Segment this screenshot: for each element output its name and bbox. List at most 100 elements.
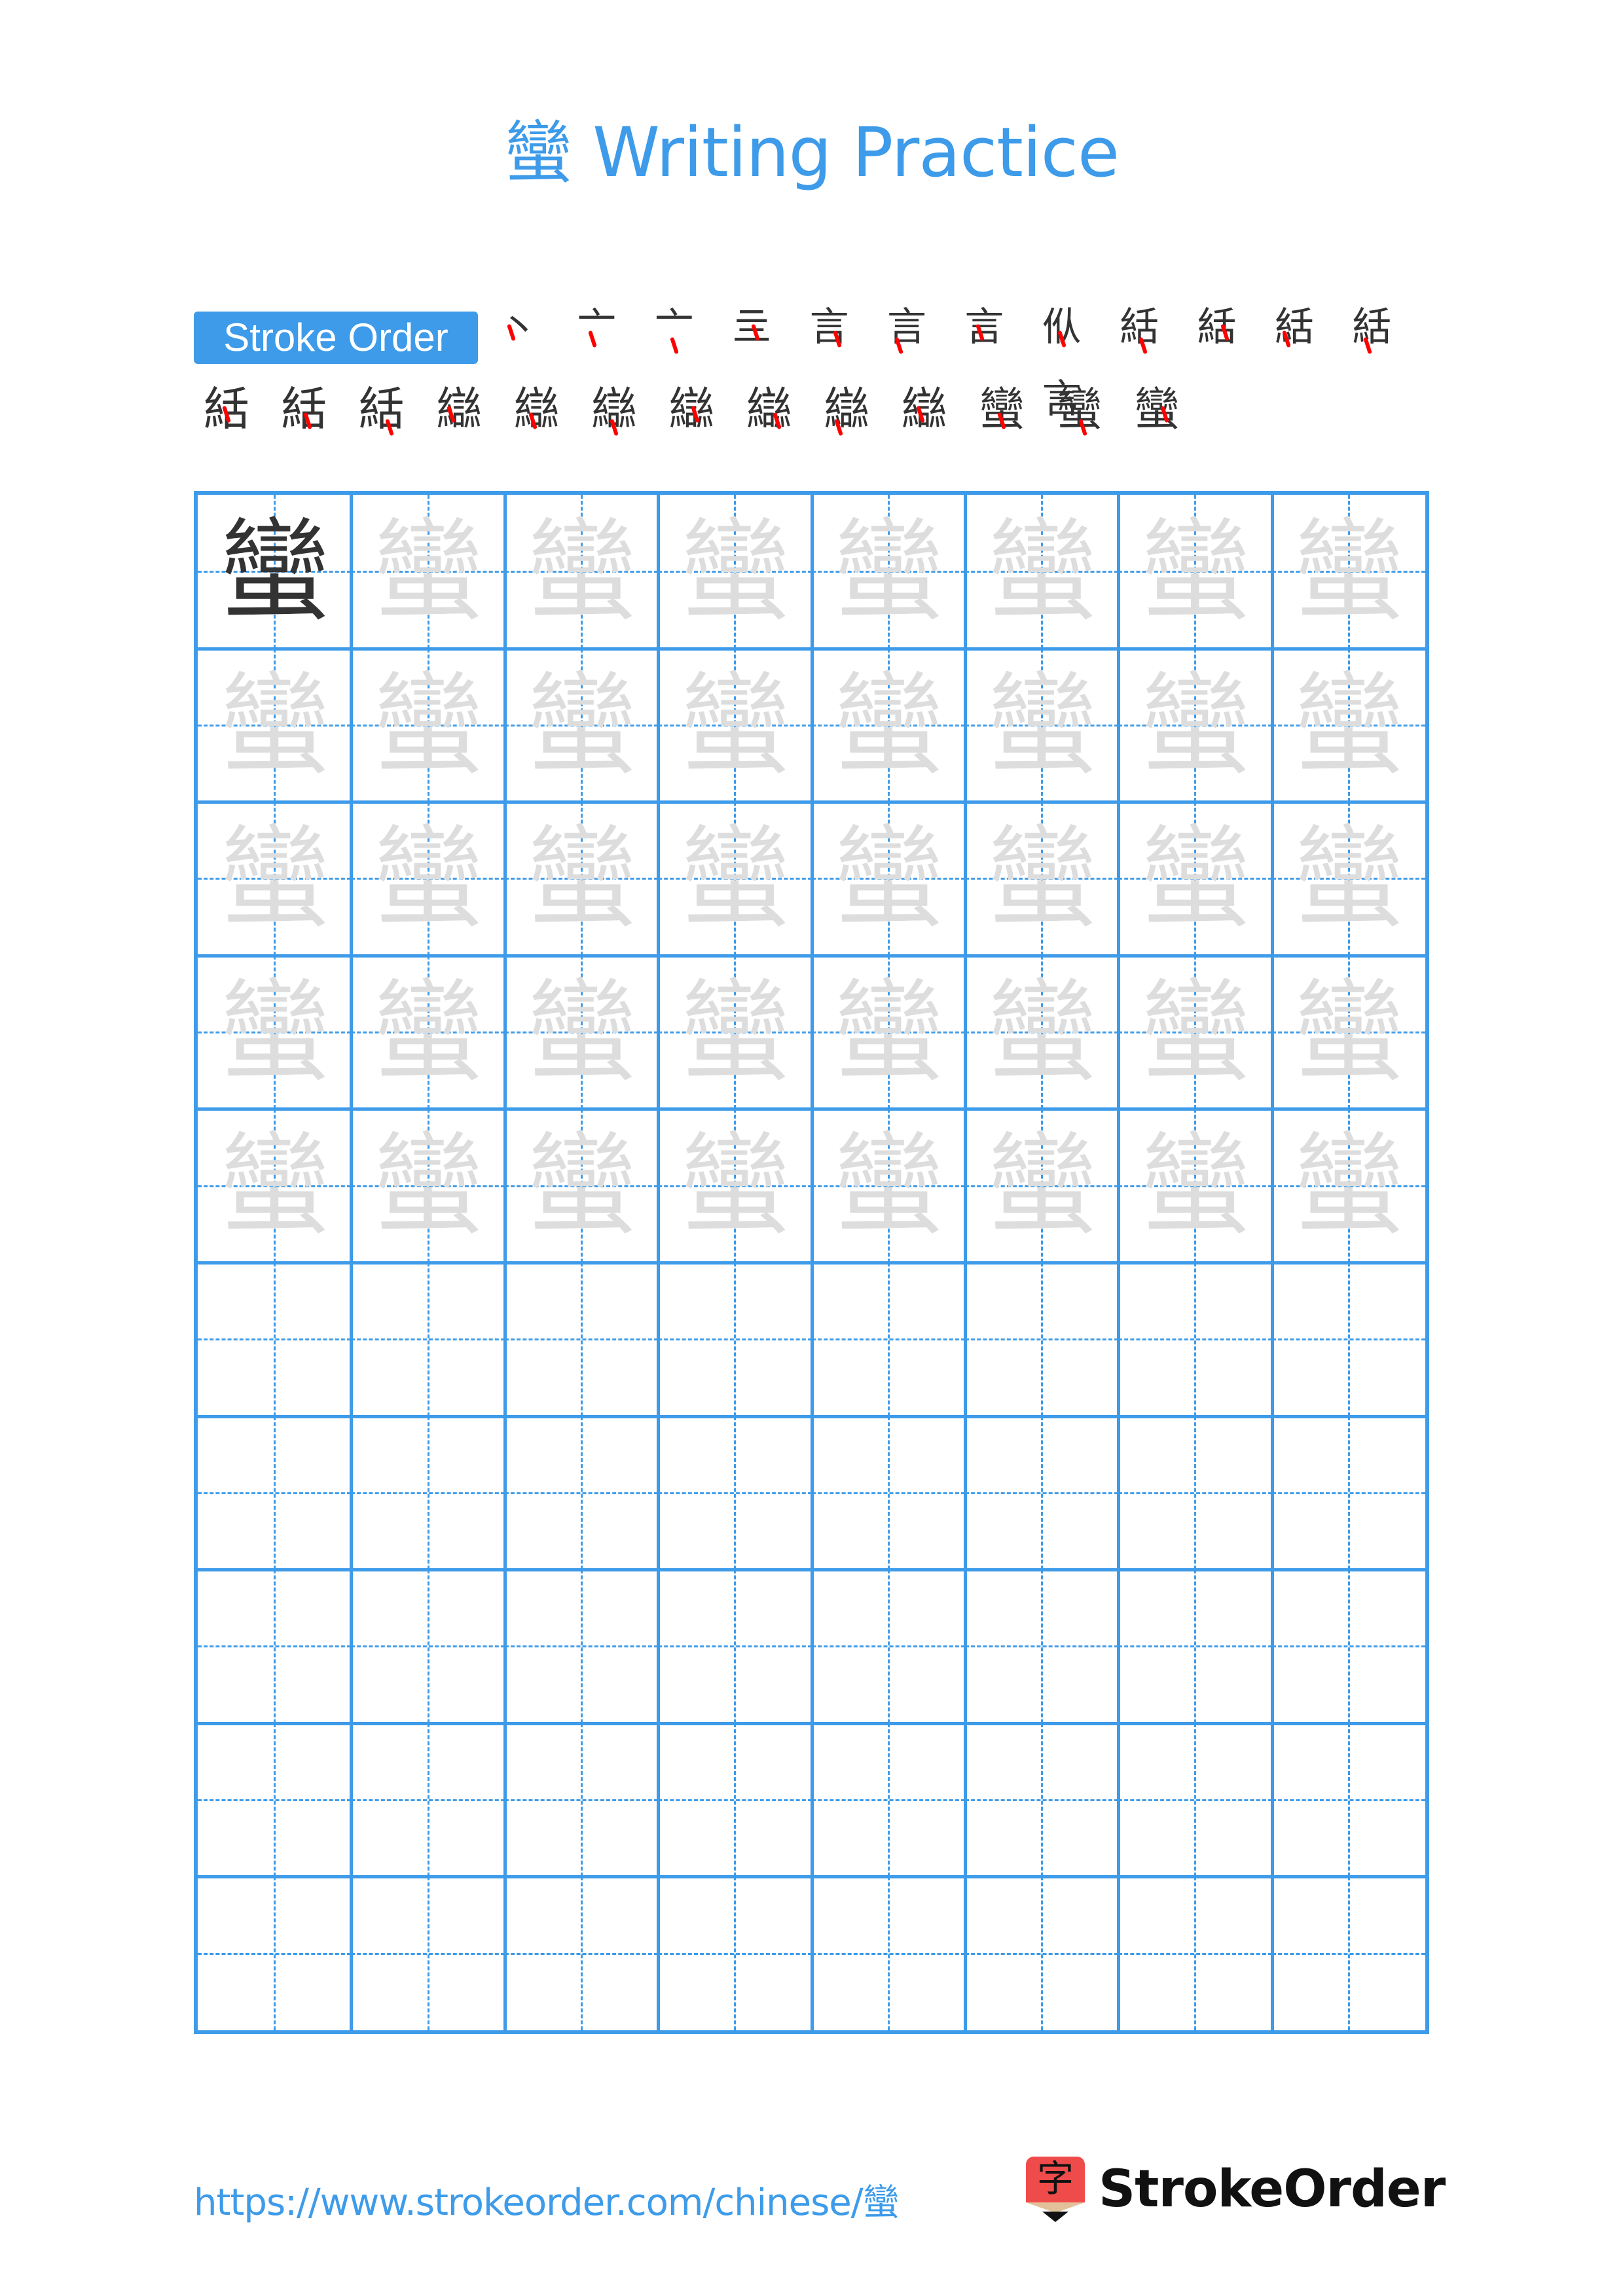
practice-cell[interactable]: 蠻 (964, 495, 1119, 649)
guide-horizontal-dashed (811, 1338, 965, 1341)
trace-character: 蠻 (986, 660, 1098, 790)
practice-cell[interactable] (1271, 1570, 1425, 1723)
trace-character: 蠻 (986, 1121, 1098, 1251)
practice-cell[interactable]: 蠻 (964, 1109, 1119, 1263)
practice-cell[interactable] (1118, 1263, 1272, 1416)
practice-cell[interactable] (658, 1416, 812, 1570)
practice-cell[interactable] (658, 1570, 812, 1723)
practice-cell[interactable]: 蠻 (198, 648, 352, 802)
footer-url-link[interactable]: https://www.strokeorder.com/chinese/蠻 (194, 2173, 900, 2226)
practice-cell[interactable]: 蠻 (351, 802, 505, 956)
practice-cell[interactable]: 蠻 (1118, 648, 1272, 802)
practice-cell[interactable] (504, 1416, 659, 1570)
practice-cell[interactable] (1118, 1416, 1272, 1570)
practice-cell[interactable]: 蠻 (504, 802, 659, 956)
practice-cell[interactable]: 蠻 (198, 495, 352, 649)
practice-cell[interactable]: 蠻 (964, 802, 1119, 956)
practice-cell[interactable]: 蠻 (811, 955, 965, 1109)
practice-cell[interactable] (351, 1876, 505, 2030)
practice-cell[interactable]: 蠻 (811, 802, 965, 956)
stroke-step-12: 絬 (1336, 291, 1408, 363)
practice-cell[interactable]: 蠻 (504, 955, 659, 1109)
practice-cell[interactable] (351, 1416, 505, 1570)
practice-cell[interactable] (658, 1263, 812, 1416)
practice-cell[interactable]: 蠻 (1271, 1109, 1425, 1263)
practice-cell[interactable]: 蠻 (1271, 495, 1425, 649)
practice-cell[interactable] (504, 1876, 659, 2030)
practice-cell[interactable] (811, 1570, 965, 1723)
practice-cell[interactable] (351, 1263, 505, 1416)
practice-cell[interactable] (964, 1416, 1119, 1570)
practice-cell[interactable]: 蠻 (504, 495, 659, 649)
trace-character: 蠻 (986, 967, 1098, 1097)
practice-cell[interactable] (1271, 1416, 1425, 1570)
practice-cell[interactable] (198, 1570, 352, 1723)
trace-character: 蠻 (1292, 1121, 1404, 1251)
practice-cell[interactable] (964, 1570, 1119, 1723)
practice-cell[interactable] (1271, 1723, 1425, 1877)
practice-cell[interactable]: 蠻 (1118, 955, 1272, 1109)
practice-cell[interactable] (198, 1263, 352, 1416)
trace-character: 蠻 (219, 1121, 331, 1251)
practice-cell[interactable] (964, 1876, 1119, 2030)
practice-cell[interactable]: 蠻 (811, 495, 965, 649)
stroke-step-21: 䜌 (811, 373, 883, 445)
practice-cell[interactable] (811, 1876, 965, 2030)
guide-horizontal-dashed (964, 1799, 1119, 1802)
stroke-step-glyph: 䜌 (901, 382, 947, 436)
practice-cell[interactable]: 蠻 (198, 802, 352, 956)
practice-cell[interactable]: 蠻 (1271, 802, 1425, 956)
practice-cell[interactable] (504, 1723, 659, 1877)
practice-cell[interactable]: 蠻 (1271, 648, 1425, 802)
practice-cell[interactable]: 蠻 (658, 495, 812, 649)
practice-cell[interactable]: 蠻 (198, 1109, 352, 1263)
practice-cell[interactable] (964, 1723, 1119, 1877)
practice-cell[interactable]: 蠻 (1271, 955, 1425, 1109)
practice-cell[interactable] (1118, 1723, 1272, 1877)
practice-cell[interactable] (811, 1416, 965, 1570)
practice-cell[interactable] (964, 1263, 1119, 1416)
practice-cell[interactable]: 蠻 (811, 1109, 965, 1263)
practice-cell[interactable] (811, 1263, 965, 1416)
stroke-step-glyph: 絬 (281, 382, 327, 436)
practice-cell[interactable]: 蠻 (351, 955, 505, 1109)
practice-cell[interactable]: 蠻 (1118, 802, 1272, 956)
guide-horizontal-dashed (1118, 1952, 1272, 1955)
practice-cell[interactable]: 蠻 (658, 955, 812, 1109)
practice-cell[interactable]: 蠻 (351, 1109, 505, 1263)
practice-cell[interactable] (198, 1416, 352, 1570)
practice-cell[interactable]: 蠻 (504, 648, 659, 802)
stroke-step-glyph: 絬 (1275, 304, 1314, 350)
practice-cell[interactable]: 蠻 (964, 955, 1119, 1109)
practice-cell[interactable]: 蠻 (811, 648, 965, 802)
practice-cell[interactable]: 蠻 (658, 648, 812, 802)
practice-cell[interactable] (658, 1876, 812, 2030)
practice-cell[interactable]: 蠻 (351, 648, 505, 802)
practice-cell[interactable] (504, 1263, 659, 1416)
trace-character: 蠻 (525, 507, 637, 636)
practice-cell[interactable] (351, 1570, 505, 1723)
practice-cell[interactable] (351, 1723, 505, 1877)
practice-cell[interactable]: 蠻 (198, 955, 352, 1109)
practice-cell[interactable] (198, 1876, 352, 2030)
practice-cell[interactable] (1118, 1876, 1272, 2030)
practice-cell[interactable]: 蠻 (964, 648, 1119, 802)
practice-cell[interactable] (1118, 1570, 1272, 1723)
practice-cell[interactable]: 蠻 (504, 1109, 659, 1263)
practice-cell[interactable] (1271, 1876, 1425, 2030)
practice-cell[interactable]: 蠻 (658, 802, 812, 956)
practice-cell[interactable] (1271, 1263, 1425, 1416)
practice-cell[interactable]: 蠻 (351, 495, 505, 649)
guide-horizontal-dashed (658, 1338, 812, 1341)
practice-cell[interactable]: 蠻 (658, 1109, 812, 1263)
page-title: 蠻 Writing Practice (0, 110, 1623, 195)
practice-cell[interactable] (811, 1723, 965, 1877)
practice-cell[interactable] (658, 1723, 812, 1877)
trace-character: 蠻 (525, 814, 637, 944)
trace-character: 蠻 (372, 814, 484, 944)
practice-cell[interactable]: 蠻 (1118, 495, 1272, 649)
practice-cell[interactable]: 蠻 (1118, 1109, 1272, 1263)
practice-cell[interactable] (198, 1723, 352, 1877)
guide-horizontal-dashed (1271, 1645, 1425, 1648)
practice-cell[interactable] (504, 1570, 659, 1723)
